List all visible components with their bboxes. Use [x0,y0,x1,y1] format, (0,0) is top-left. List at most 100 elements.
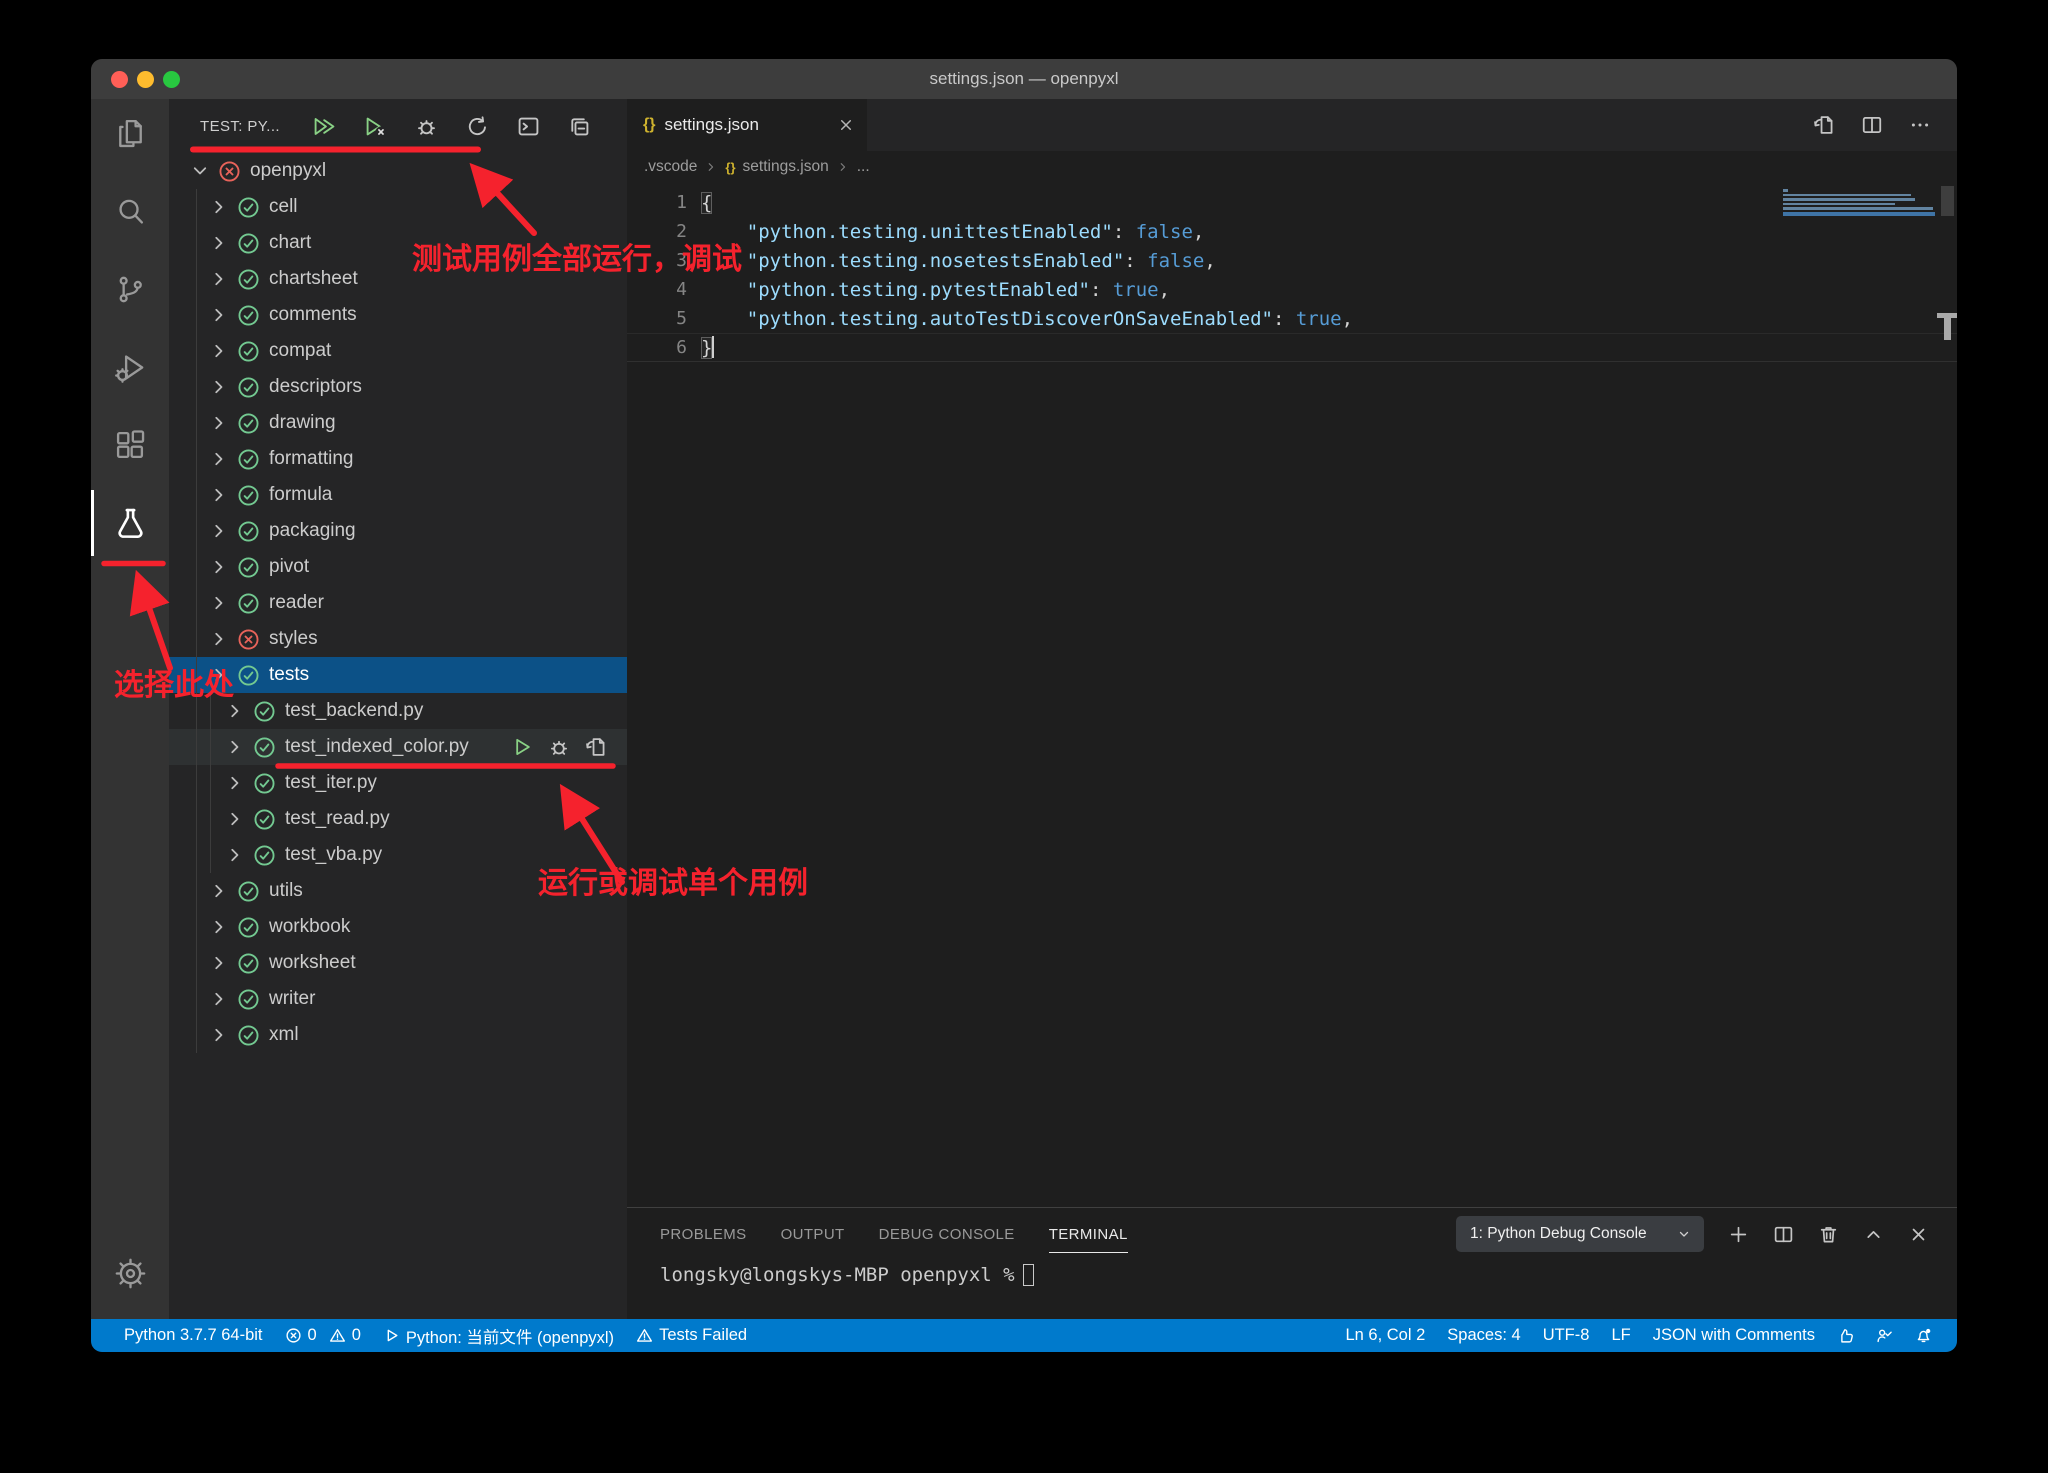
settings-gear-icon[interactable] [91,1249,169,1297]
search-icon[interactable] [91,187,169,235]
chevron-right-icon[interactable] [208,916,230,938]
chevron-right-icon[interactable] [208,484,230,506]
split-editor-icon[interactable] [1861,114,1883,136]
status-language-mode[interactable]: JSON with Comments [1642,1319,1826,1352]
breadcrumb-folder[interactable]: .vscode [644,158,697,176]
run-failed-tests-icon[interactable] [364,115,387,138]
tree-item-formula[interactable]: formula [169,477,627,513]
chevron-right-icon[interactable] [208,628,230,650]
files-icon[interactable] [91,109,169,157]
panel-tab-terminal[interactable]: TERMINAL [1049,1208,1128,1260]
chevron-right-icon[interactable] [208,340,230,362]
status-cursor-position[interactable]: Ln 6, Col 2 [1334,1319,1436,1352]
chevron-right-icon[interactable] [208,556,230,578]
zoom-window-button[interactable] [163,71,180,88]
chevron-right-icon[interactable] [224,808,246,830]
status-indentation[interactable]: Spaces: 4 [1436,1319,1531,1352]
chevron-right-icon[interactable] [208,520,230,542]
chevron-right-icon[interactable] [208,196,230,218]
tree-item-label: xml [269,1024,299,1046]
chevron-right-icon[interactable] [208,448,230,470]
debug-tests-icon[interactable] [415,115,438,138]
editor-scrollbar[interactable] [1941,186,1954,216]
tree-item-packaging[interactable]: packaging [169,513,627,549]
status-problems[interactable]: 0 0 [274,1319,372,1352]
tree-item-test-indexed-color-py[interactable]: test_indexed_color.py [169,729,627,765]
show-test-output-icon[interactable] [517,115,540,138]
tree-item-test-iter-py[interactable]: test_iter.py [169,765,627,801]
new-terminal-icon[interactable] [1728,1224,1749,1245]
tree-item-drawing[interactable]: drawing [169,405,627,441]
chevron-right-icon[interactable] [208,592,230,614]
chevron-right-icon[interactable] [208,412,230,434]
close-tab-icon[interactable] [837,116,855,134]
breadcrumb-file[interactable]: settings.json [743,158,829,176]
chevron-right-icon[interactable] [208,988,230,1010]
tree-item-tests[interactable]: tests [169,657,627,693]
tree-item-test-read-py[interactable]: test_read.py [169,801,627,837]
minimap[interactable] [1783,189,1935,216]
tree-item-test-backend-py[interactable]: test_backend.py [169,693,627,729]
tree-item-openpyxl[interactable]: openpyxl [169,153,627,189]
chevron-right-icon[interactable] [208,304,230,326]
run-all-tests-icon[interactable] [313,115,336,138]
chevron-right-icon[interactable] [224,772,246,794]
status-python-interpreter[interactable]: Python: 当前文件 (openpyxl) [372,1319,625,1352]
tree-item-styles[interactable]: styles [169,621,627,657]
kill-terminal-icon[interactable] [1818,1224,1839,1245]
goto-file-icon[interactable] [585,736,607,758]
chevron-down-icon[interactable] [189,160,211,182]
refresh-tests-icon[interactable] [466,115,489,138]
tree-item-pivot[interactable]: pivot [169,549,627,585]
chevron-right-icon[interactable] [208,268,230,290]
extensions-icon[interactable] [91,421,169,469]
chevron-right-icon[interactable] [208,1024,230,1046]
tree-item-comments[interactable]: comments [169,297,627,333]
run-test-icon[interactable] [511,736,533,758]
status-bar-right: Ln 6, Col 2 Spaces: 4 UTF-8 LF JSON with… [1334,1319,1943,1352]
panel-tab-debug-console[interactable]: DEBUG CONSOLE [879,1208,1015,1260]
source-control-icon[interactable] [91,265,169,313]
debug-test-icon[interactable] [548,736,570,758]
feedback-button[interactable] [1865,1319,1904,1352]
close-window-button[interactable] [111,71,128,88]
tree-item-reader[interactable]: reader [169,585,627,621]
tree-item-workbook[interactable]: workbook [169,909,627,945]
chevron-right-icon[interactable] [208,880,230,902]
tree-item-writer[interactable]: writer [169,981,627,1017]
more-actions-icon[interactable] [1909,114,1931,136]
close-panel-icon[interactable] [1908,1224,1929,1245]
status-eol[interactable]: LF [1600,1319,1641,1352]
chevron-right-icon[interactable] [208,232,230,254]
chevron-right-icon[interactable] [224,736,246,758]
panel-tab-output[interactable]: OUTPUT [781,1208,845,1260]
maximize-panel-icon[interactable] [1863,1224,1884,1245]
chevron-right-icon[interactable] [208,376,230,398]
breadcrumb-symbol[interactable]: ... [857,158,870,176]
status-encoding[interactable]: UTF-8 [1532,1319,1601,1352]
tweet-feedback-button[interactable] [1826,1319,1865,1352]
minimize-window-button[interactable] [137,71,154,88]
status-tests-failed[interactable]: Tests Failed [625,1319,758,1352]
terminal-select-dropdown[interactable]: 1: Python Debug Console [1456,1216,1704,1252]
chevron-right-icon[interactable] [224,844,246,866]
collapse-all-icon[interactable] [568,115,591,138]
code-editor[interactable]: 1{2 "python.testing.unittestEnabled": fa… [627,183,1957,1207]
test-pass-icon [237,1024,260,1047]
tree-item-cell[interactable]: cell [169,189,627,225]
tree-item-compat[interactable]: compat [169,333,627,369]
tree-item-formatting[interactable]: formatting [169,441,627,477]
open-changes-icon[interactable] [1813,114,1835,136]
panel-tab-problems[interactable]: PROBLEMS [660,1208,747,1260]
tree-item-worksheet[interactable]: worksheet [169,945,627,981]
run-debug-icon[interactable] [91,343,169,391]
testing-flask-icon[interactable] [91,499,169,547]
terminal[interactable]: longsky@longskys-MBP openpyxl % [627,1264,1957,1286]
chevron-right-icon[interactable] [208,952,230,974]
tree-item-xml[interactable]: xml [169,1017,627,1053]
split-terminal-icon[interactable] [1773,1224,1794,1245]
tree-item-descriptors[interactable]: descriptors [169,369,627,405]
status-python-version[interactable]: Python 3.7.7 64-bit [113,1319,274,1352]
notifications-button[interactable] [1904,1319,1943,1352]
tab-settings-json[interactable]: {} settings.json [627,99,867,151]
